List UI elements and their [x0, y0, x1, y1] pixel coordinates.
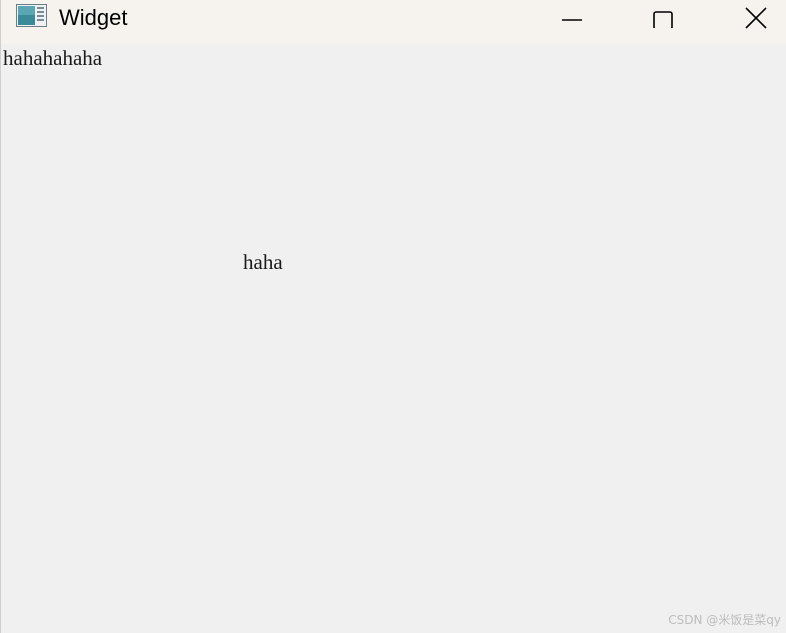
minimize-icon	[562, 19, 582, 21]
app-window-icon	[16, 4, 47, 27]
maximize-button[interactable]	[640, 0, 686, 34]
label-top: hahahahaha	[3, 46, 103, 70]
window-title: Widget	[59, 5, 128, 30]
close-icon	[745, 7, 767, 29]
label-middle: haha	[243, 250, 283, 274]
minimize-button[interactable]	[549, 0, 595, 34]
maximize-icon	[653, 11, 673, 28]
title-bar[interactable]: Widget	[1, 0, 786, 44]
client-area: hahahahaha haha CSDN @米饭是菜qy	[1, 44, 786, 633]
watermark: CSDN @米饭是菜qy	[668, 613, 781, 627]
close-button[interactable]	[733, 0, 779, 34]
app-window: Widget hahahahaha haha CSDN @米饭是菜qy	[0, 0, 786, 633]
